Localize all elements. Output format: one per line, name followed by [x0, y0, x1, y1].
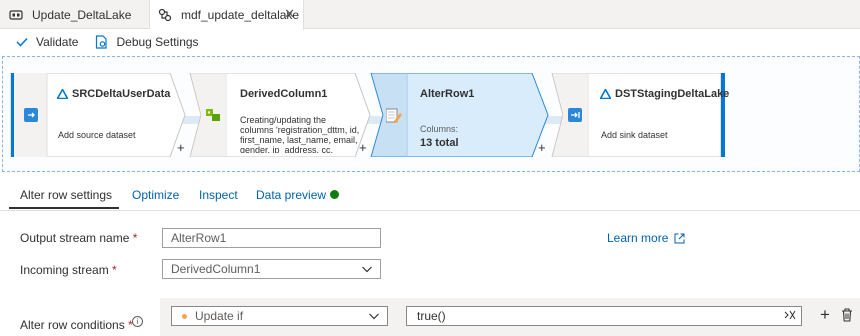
- node-subtitle: Add source dataset: [58, 130, 136, 140]
- node-description: Creating/updating the columns 'registrat…: [240, 115, 360, 153]
- delete-icon[interactable]: [841, 308, 853, 322]
- node-srcdeltauserdata[interactable]: SRCDeltaUserData Add source dataset: [10, 73, 186, 157]
- node-title: DSTStagingDeltaLake: [600, 88, 729, 100]
- delta-icon: [57, 89, 68, 99]
- sink-icon: [568, 108, 582, 122]
- debug-settings-button[interactable]: Debug Settings: [95, 35, 199, 49]
- settings-tab-bar: Alter row settings Optimize Inspect Data…: [0, 179, 860, 211]
- output-stream-label: Output stream name *: [20, 231, 138, 245]
- status-dot-icon: [330, 190, 339, 199]
- tab-update-deltalake[interactable]: Update_DeltaLake: [0, 0, 150, 29]
- incoming-stream-label: Incoming stream *: [20, 263, 117, 277]
- columns-total: 13 total: [420, 137, 459, 149]
- add-transform-plus[interactable]: +: [538, 141, 546, 154]
- alter-row-icon: [386, 108, 402, 123]
- info-icon[interactable]: i: [132, 316, 143, 327]
- tab-inspect[interactable]: Inspect: [199, 188, 238, 202]
- tab-data-preview[interactable]: Data preview: [256, 188, 326, 202]
- debug-settings-icon: [96, 35, 108, 49]
- node-dststagingdeltalake[interactable]: DSTStagingDeltaLake Add sink dataset: [551, 73, 729, 157]
- active-tab-indicator: [9, 207, 119, 209]
- incoming-stream-select[interactable]: DerivedColumn1: [162, 259, 381, 279]
- delta-icon: [600, 89, 611, 99]
- columns-label: Columns:: [420, 124, 459, 134]
- debug-settings-label: Debug Settings: [116, 35, 199, 49]
- node-derivedcolumn1[interactable]: DerivedColumn1 Creating/updating the col…: [189, 73, 371, 157]
- expression-builder-icon[interactable]: [784, 309, 796, 321]
- tab-alter-row-settings[interactable]: Alter row settings: [20, 188, 112, 202]
- pipeline-icon: [9, 9, 23, 20]
- alter-row-conditions-label: Alter row conditions *: [20, 318, 133, 332]
- dataflow-icon: [158, 8, 172, 22]
- validate-button[interactable]: Validate: [16, 35, 78, 49]
- tab-label: mdf_update_deltalake: [181, 8, 300, 22]
- dataflow-canvas[interactable]: SRCDeltaUserData Add source dataset + De…: [2, 56, 860, 172]
- validate-label: Validate: [36, 35, 79, 49]
- learn-more-link[interactable]: Learn more: [607, 231, 685, 245]
- chevron-down-icon: [369, 313, 379, 320]
- node-title: AlterRow1: [420, 88, 475, 100]
- node-alterrow1[interactable]: AlterRow1 Columns: 13 total: [370, 73, 550, 157]
- add-transform-plus[interactable]: +: [359, 141, 367, 154]
- chevron-down-icon: [362, 266, 372, 273]
- output-stream-input[interactable]: AlterRow1: [162, 228, 381, 248]
- tab-mdf-update-deltalake[interactable]: mdf_update_deltalake ✕: [150, 0, 304, 30]
- tab-label: Update_DeltaLake: [32, 7, 132, 22]
- toolbar: Validate Debug Settings: [0, 29, 860, 55]
- source-icon: [24, 108, 38, 122]
- close-icon[interactable]: ✕: [284, 7, 295, 21]
- checkmark-icon: [16, 37, 28, 47]
- document-tab-strip: Update_DeltaLake mdf_update_deltalake ✕: [0, 0, 860, 30]
- external-link-icon: [674, 233, 685, 243]
- add-condition-button[interactable]: +: [820, 306, 830, 324]
- derived-column-icon: [206, 109, 220, 121]
- node-title: DerivedColumn1: [240, 88, 328, 100]
- node-title: SRCDeltaUserData: [57, 88, 170, 100]
- node-subtitle: Add sink dataset: [601, 130, 668, 140]
- add-transform-plus[interactable]: +: [177, 141, 185, 154]
- condition-type-select[interactable]: Update if: [171, 306, 388, 326]
- condition-expression-input[interactable]: true(): [406, 306, 802, 326]
- update-dot-icon: [182, 314, 187, 319]
- tab-optimize[interactable]: Optimize: [132, 188, 179, 202]
